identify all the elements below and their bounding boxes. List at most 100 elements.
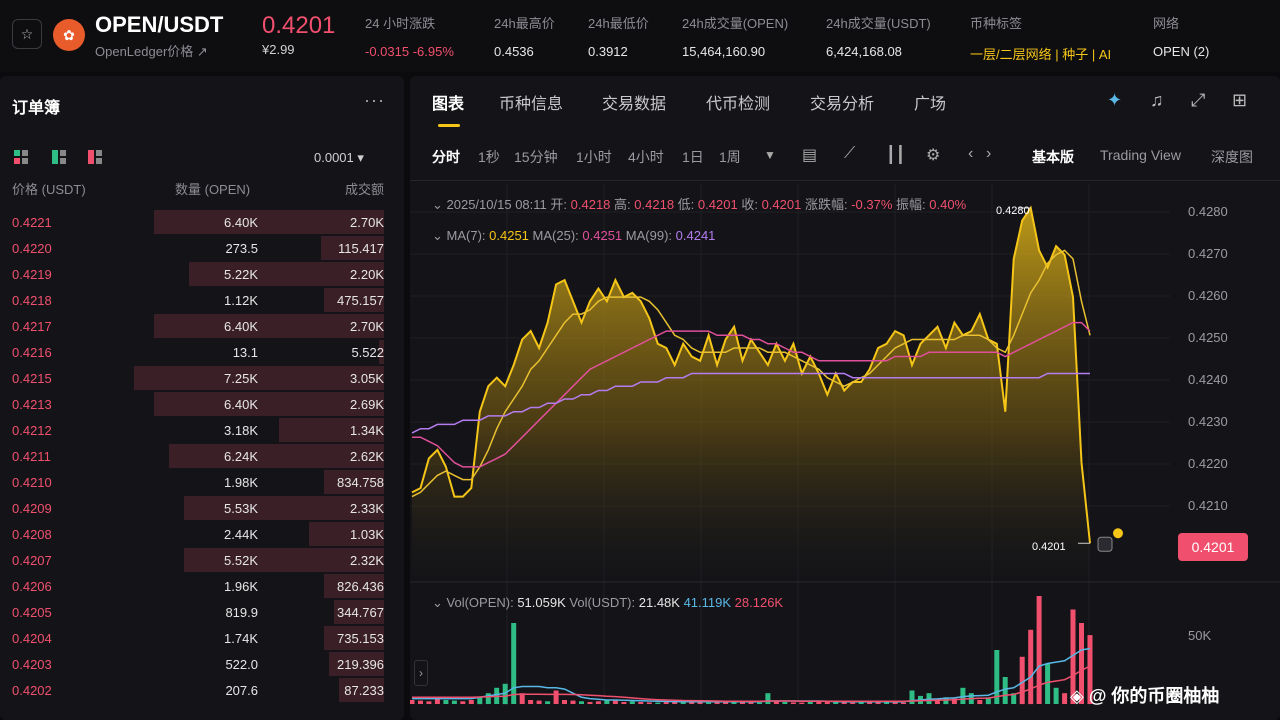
volume-bar: [748, 702, 754, 704]
row-price: 0.4219: [12, 267, 52, 282]
cny-price: ¥2.99: [262, 42, 295, 57]
order-book-row[interactable]: 0.4212 3.18K 1.34K: [0, 418, 404, 442]
row-total: 219.396: [337, 657, 384, 672]
collapse-side-button[interactable]: ›: [414, 660, 428, 686]
row-price: 0.4211: [12, 449, 51, 464]
ohlc-date: 2025/10/15 08:11: [446, 197, 547, 212]
row-qty: 6.40K: [224, 397, 258, 412]
stat-value: 15,464,160.90: [682, 44, 766, 59]
price-chart[interactable]: [410, 76, 1280, 720]
row-qty: 6.40K: [224, 215, 258, 230]
order-book-row[interactable]: 0.4210 1.98K 834.758: [0, 470, 404, 494]
volume-bar: [1062, 693, 1068, 704]
volume-bar: [799, 702, 805, 704]
row-qty: 3.18K: [224, 423, 258, 438]
pair-name[interactable]: OPEN/USDT: [95, 12, 223, 38]
order-book-row[interactable]: 0.4220 273.5 115.417: [0, 236, 404, 260]
volume-bar: [418, 700, 423, 704]
stat-24h-vol-usdt: 24h成交量(USDT) 6,424,168.08: [826, 13, 931, 59]
order-book-row[interactable]: 0.4208 2.44K 1.03K: [0, 522, 404, 546]
order-book-row[interactable]: 0.4202 207.6 87.233: [0, 678, 404, 702]
stat-label: 24h成交量(USDT): [826, 16, 931, 31]
y-tick: 0.4280: [1188, 204, 1228, 219]
row-price: 0.4221: [12, 215, 52, 230]
row-price: 0.4202: [12, 683, 52, 698]
volume-bar: [807, 702, 813, 704]
ohlc-close-label: 收:: [741, 197, 758, 212]
order-book-row[interactable]: 0.4215 7.25K 3.05K: [0, 366, 404, 390]
order-book-row[interactable]: 0.4205 819.9 344.767: [0, 600, 404, 624]
ohlc-high-label: 高:: [614, 197, 631, 212]
order-book-row[interactable]: 0.4217 6.40K 2.70K: [0, 314, 404, 338]
volume-bar: [850, 702, 856, 704]
volume-bar: [629, 701, 635, 704]
volume-bar: [451, 700, 457, 704]
col-header-total: 成交额: [344, 182, 384, 197]
stat-label: 币种标签: [970, 16, 1023, 31]
row-price: 0.4209: [12, 501, 52, 516]
ma7-label: MA(7):: [446, 228, 486, 243]
row-total: 2.20K: [350, 267, 384, 282]
mode-asks-icon[interactable]: [88, 150, 102, 164]
volume-bar: [638, 702, 644, 704]
volume-bar: [655, 702, 661, 704]
volume-bar: [765, 693, 771, 704]
ohlc-chg: -0.37%: [851, 197, 893, 212]
volume-bar: [1002, 677, 1008, 704]
row-total: 834.758: [337, 475, 384, 490]
more-icon[interactable]: ···: [364, 90, 385, 111]
order-book-row[interactable]: 0.4219 5.22K 2.20K: [0, 262, 404, 286]
current-point-dot: [1113, 528, 1123, 539]
volume-bar: [528, 700, 534, 704]
ohlc-chg-label: 涨跌幅:: [804, 197, 848, 212]
stat-24h-low: 24h最低价 0.3912: [588, 13, 649, 59]
stat-24h-high: 24h最高价 0.4536: [494, 13, 555, 59]
stat-24h-change: 24 小时涨跌 -0.0315 -6.95%: [365, 13, 454, 59]
ma7-value: 0.4251: [489, 228, 529, 243]
volume-bar: [841, 702, 847, 704]
order-book-row[interactable]: 0.4213 6.40K 2.69K: [0, 392, 404, 416]
row-qty: 5.52K: [224, 553, 258, 568]
row-price: 0.4217: [12, 319, 52, 334]
row-total: 475.157: [337, 293, 384, 308]
order-book-row[interactable]: 0.4216 13.1 5.522: [0, 340, 404, 364]
row-price: 0.4215: [12, 371, 52, 386]
favorite-button[interactable]: ☆: [12, 19, 42, 49]
coin-name-link[interactable]: OpenLedger价格 ↗: [95, 41, 208, 60]
row-qty: 207.6: [225, 683, 258, 698]
order-book-row[interactable]: 0.4209 5.53K 2.33K: [0, 496, 404, 520]
mode-both-icon[interactable]: [14, 150, 28, 164]
stat-value: -0.0315 -6.95%: [365, 44, 454, 59]
volume-bar: [562, 700, 567, 704]
stat-value: 0.3912: [588, 44, 628, 59]
y-tick: 0.4240: [1188, 372, 1228, 387]
order-book-row[interactable]: 0.4203 522.0 219.396: [0, 652, 404, 676]
vol-ma1-value: 41.119K: [683, 595, 732, 610]
row-total: 2.69K: [350, 397, 384, 412]
coin-tags-link[interactable]: 一层/二层网络 | 种子 | AI: [970, 44, 1111, 63]
order-book-row[interactable]: 0.4211 6.24K 2.62K: [0, 444, 404, 468]
row-total: 735.153: [337, 631, 384, 646]
order-book-row[interactable]: 0.4207 5.52K 2.32K: [0, 548, 404, 572]
order-book-row[interactable]: 0.4218 1.12K 475.157: [0, 288, 404, 312]
collapse-icon[interactable]: ⌄: [432, 228, 447, 243]
stat-label: 网络: [1153, 16, 1180, 31]
order-book-row[interactable]: 0.4206 1.96K 826.436: [0, 574, 404, 598]
network-selector[interactable]: OPEN (2): [1153, 44, 1209, 59]
volume-bar: [1053, 687, 1059, 704]
ohlc-low-label: 低:: [677, 197, 695, 212]
row-total: 2.70K: [350, 319, 384, 334]
ma99-value: 0.4241: [675, 228, 716, 243]
collapse-icon[interactable]: ⌄: [432, 197, 447, 212]
stat-label: 24h最低价: [588, 16, 649, 31]
last-price: 0.4201: [262, 12, 336, 39]
row-price: 0.4208: [12, 527, 52, 542]
precision-select[interactable]: 0.0001 ▾: [314, 150, 364, 166]
vol-ma2-value: 28.126K: [734, 595, 784, 610]
order-book-row[interactable]: 0.4204 1.74K 735.153: [0, 626, 404, 650]
volume-bar: [977, 700, 983, 704]
collapse-icon[interactable]: ⌄: [432, 595, 447, 610]
row-qty: 273.5: [225, 241, 258, 256]
order-book-row[interactable]: 0.4221 6.40K 2.70K: [0, 210, 404, 234]
mode-bids-icon[interactable]: [52, 150, 66, 164]
